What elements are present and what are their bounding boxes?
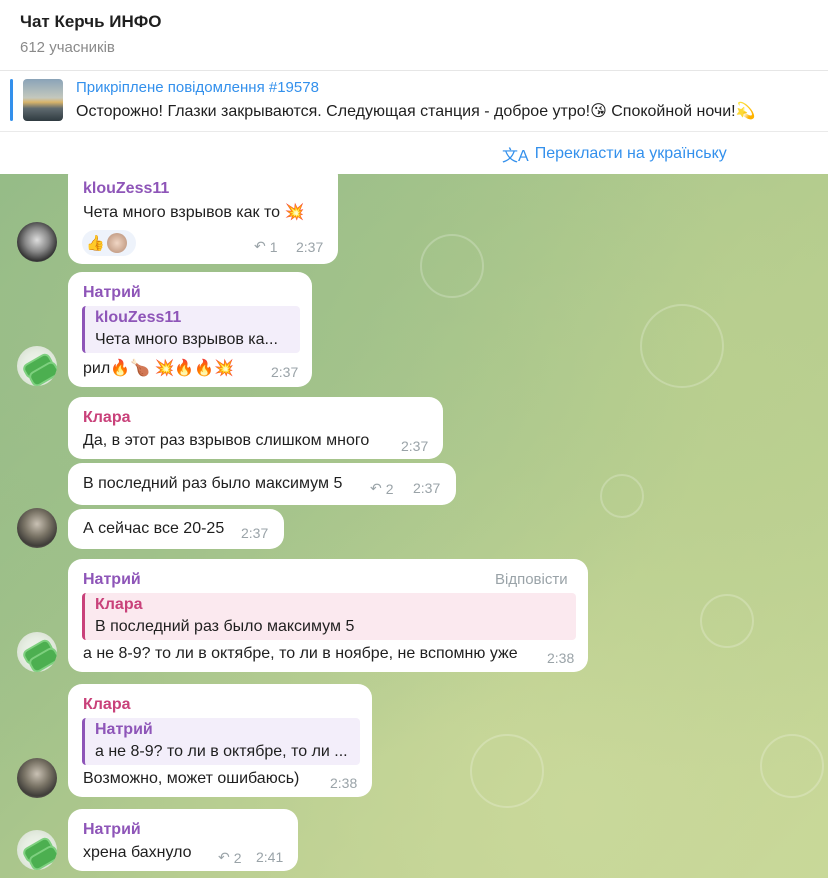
- background-doodle: [760, 734, 824, 798]
- thumbs-up-icon: 👍: [86, 235, 105, 252]
- reply-button[interactable]: Відповісти: [495, 571, 568, 588]
- background-doodle: [420, 234, 484, 298]
- background-doodle: [470, 734, 544, 808]
- message-time: 2:38: [330, 775, 358, 791]
- avatar[interactable]: [17, 346, 57, 386]
- chat-area[interactable]: klouZess11 Чета много взрывов как то 💥 👍…: [0, 174, 828, 878]
- message-time: 2:37: [413, 480, 441, 496]
- avatar[interactable]: [17, 632, 57, 672]
- replies-count[interactable]: ↶ 1: [254, 238, 278, 255]
- message-bubble[interactable]: А сейчас все 20-25 2:37: [68, 509, 284, 549]
- reactor-avatar: [106, 233, 127, 253]
- reply-arrow-icon: ↶: [254, 238, 266, 254]
- pinned-title: Прикріплене повідомлення #19578: [76, 79, 319, 96]
- quote-text: В последний раз было максимум 5: [95, 618, 355, 635]
- message-author: klouZess11: [83, 180, 170, 197]
- reply-arrow-icon: ↶: [370, 480, 382, 496]
- reply-quote[interactable]: Клара В последний раз было максимум 5: [82, 593, 576, 640]
- message-author: Натрий: [83, 821, 141, 838]
- message-text: Да, в этот раз взрывов слишком много: [83, 432, 370, 449]
- pinned-message[interactable]: Прикріплене повідомлення #19578 Осторожн…: [0, 71, 828, 132]
- translate-button[interactable]: 文A Перекласти на українську: [502, 142, 727, 166]
- message-bubble[interactable]: Натрий klouZess11 Чета много взрывов ка.…: [68, 272, 312, 387]
- pinned-text: Осторожно! Глазки закрываются. Следующая…: [76, 103, 756, 120]
- replies-count[interactable]: ↶ 2: [370, 480, 394, 497]
- replies-count[interactable]: ↶ 2: [218, 849, 242, 866]
- avatar[interactable]: [17, 758, 57, 798]
- message-bubble[interactable]: В последний раз было максимум 5 ↶ 2 2:37: [68, 463, 456, 505]
- avatar[interactable]: [17, 508, 57, 548]
- message-bubble[interactable]: klouZess11 Чета много взрывов как то 💥 👍…: [68, 174, 338, 264]
- background-doodle: [640, 304, 724, 388]
- message-author: Клара: [83, 409, 131, 426]
- message-time: 2:37: [271, 364, 299, 380]
- message-bubble[interactable]: Клара Да, в этот раз взрывов слишком мно…: [68, 397, 443, 459]
- avatar[interactable]: [17, 830, 57, 870]
- pinned-thumbnail: [23, 79, 63, 121]
- quote-author: Натрий: [95, 721, 153, 738]
- message-time: 2:37: [241, 525, 269, 541]
- pinned-indicator-bar: [10, 79, 13, 121]
- reply-quote[interactable]: Натрий а не 8-9? то ли в октябре, то ли …: [82, 718, 360, 765]
- reply-arrow-icon: ↶: [218, 849, 230, 865]
- message-time: 2:41: [256, 849, 284, 865]
- chat-header[interactable]: Чат Керчь ИНФО 612 учасників: [0, 0, 828, 71]
- message-text: В последний раз было максимум 5: [83, 475, 343, 492]
- translate-label: Перекласти на українську: [534, 145, 727, 162]
- reply-quote[interactable]: klouZess11 Чета много взрывов ка...: [82, 306, 300, 353]
- message-bubble[interactable]: Натрий Відповісти Клара В последний раз …: [68, 559, 588, 672]
- avatar[interactable]: [17, 222, 57, 262]
- reaction-badge[interactable]: 👍: [82, 230, 136, 256]
- quote-author: klouZess11: [95, 309, 182, 326]
- translate-bar: 文A Перекласти на українську: [0, 132, 828, 174]
- message-text: а не 8-9? то ли в октябре, то ли в ноябр…: [83, 645, 518, 662]
- message-bubble[interactable]: Натрий хрена бахнуло ↶ 2 2:41: [68, 809, 298, 871]
- message-text: А сейчас все 20-25: [83, 520, 225, 537]
- message-author: Натрий: [83, 284, 141, 301]
- message-text: рил🔥🍗 💥🔥🔥💥: [83, 360, 235, 377]
- background-doodle: [600, 474, 644, 518]
- quote-author: Клара: [95, 596, 143, 613]
- quote-text: а не 8-9? то ли в октябре, то ли ...: [95, 743, 348, 760]
- message-author: Натрий: [83, 571, 141, 588]
- background-doodle: [700, 594, 754, 648]
- message-time: 2:37: [296, 239, 324, 255]
- quote-text: Чета много взрывов ка...: [95, 331, 278, 348]
- message-bubble[interactable]: Клара Натрий а не 8-9? то ли в октябре, …: [68, 684, 372, 797]
- message-time: 2:37: [401, 438, 429, 454]
- translate-icon: 文A: [502, 148, 529, 165]
- message-text: Чета много взрывов как то 💥: [83, 204, 305, 221]
- chat-title: Чат Керчь ИНФО: [20, 12, 162, 31]
- message-text: хрена бахнуло: [83, 844, 192, 861]
- message-text: Возможно, может ошибаюсь): [83, 770, 300, 787]
- message-time: 2:38: [547, 650, 575, 666]
- member-count: 612 учасників: [20, 39, 115, 56]
- message-author: Клара: [83, 696, 131, 713]
